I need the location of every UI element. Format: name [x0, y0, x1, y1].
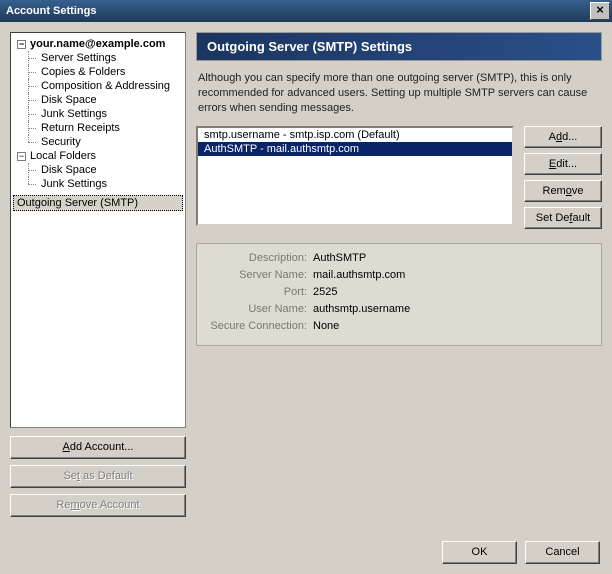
action-button-group: Add... Edit... Remove Set Default — [524, 126, 602, 229]
add-button[interactable]: Add... — [524, 126, 602, 148]
tree-item-local-disk-space[interactable]: Disk Space — [13, 163, 183, 177]
details-label-description: Description: — [205, 250, 313, 267]
add-account-label: dd Account... — [70, 441, 134, 453]
edit-button[interactable]: Edit... — [524, 153, 602, 175]
details-row: Description: AuthSMTP — [205, 250, 593, 267]
set-default-label: Set as Default — [63, 470, 132, 482]
dialog-body: −your.name@example.com Server Settings C… — [0, 22, 612, 527]
details-value-secure: None — [313, 318, 339, 335]
list-item[interactable]: AuthSMTP - mail.authsmtp.com — [198, 142, 512, 156]
set-default-button[interactable]: Set Default — [524, 207, 602, 229]
set-as-default-button: Set as Default — [10, 465, 186, 488]
details-value-user-name: authsmtp.username — [313, 301, 410, 318]
tree-item-composition[interactable]: Composition & Addressing — [13, 79, 183, 93]
tree-account-label: your.name@example.com — [30, 38, 165, 50]
right-panel: Outgoing Server (SMTP) Settings Although… — [196, 32, 602, 517]
server-list-row: smtp.username - smtp.isp.com (Default) A… — [196, 126, 602, 229]
collapse-icon[interactable]: − — [17, 152, 26, 161]
tree-item-local-junk[interactable]: Junk Settings — [13, 177, 183, 191]
tree-item-copies-folders[interactable]: Copies & Folders — [13, 65, 183, 79]
details-value-description: AuthSMTP — [313, 250, 366, 267]
details-label-port: Port: — [205, 284, 313, 301]
add-account-button[interactable]: Add Account... — [10, 436, 186, 459]
server-details: Description: AuthSMTP Server Name: mail.… — [196, 243, 602, 346]
close-button[interactable]: × — [590, 2, 610, 20]
dialog-footer: OK Cancel — [442, 541, 600, 564]
account-tree[interactable]: −your.name@example.com Server Settings C… — [10, 32, 186, 428]
details-row: User Name: authsmtp.username — [205, 301, 593, 318]
tree-item-security[interactable]: Security — [13, 135, 183, 149]
remove-label: Remove — [543, 185, 584, 197]
titlebar: Account Settings × — [0, 0, 612, 22]
details-value-server-name: mail.authsmtp.com — [313, 267, 405, 284]
remove-button[interactable]: Remove — [524, 180, 602, 202]
cancel-button[interactable]: Cancel — [525, 541, 600, 564]
set-default-label: Set Default — [536, 212, 590, 224]
details-row: Port: 2525 — [205, 284, 593, 301]
left-panel: −your.name@example.com Server Settings C… — [10, 32, 186, 517]
tree-item-outgoing-smtp[interactable]: Outgoing Server (SMTP) — [13, 195, 183, 211]
edit-label: Edit... — [549, 158, 577, 170]
tree-local-folders-label: Local Folders — [30, 150, 96, 162]
smtp-server-list[interactable]: smtp.username - smtp.isp.com (Default) A… — [196, 126, 514, 226]
details-row: Secure Connection: None — [205, 318, 593, 335]
details-value-port: 2525 — [313, 284, 337, 301]
list-item[interactable]: smtp.username - smtp.isp.com (Default) — [198, 128, 512, 142]
section-description: Although you can specify more than one o… — [196, 61, 602, 126]
section-header: Outgoing Server (SMTP) Settings — [196, 32, 602, 61]
details-label-user-name: User Name: — [205, 301, 313, 318]
add-label: Add... — [549, 131, 578, 143]
ok-button[interactable]: OK — [442, 541, 517, 564]
tree-item-junk-settings[interactable]: Junk Settings — [13, 107, 183, 121]
tree-item-server-settings[interactable]: Server Settings — [13, 51, 183, 65]
left-button-group: Add Account... Set as Default Remove Acc… — [10, 436, 186, 517]
tree-item-return-receipts[interactable]: Return Receipts — [13, 121, 183, 135]
details-row: Server Name: mail.authsmtp.com — [205, 267, 593, 284]
collapse-icon[interactable]: − — [17, 40, 26, 49]
tree-local-folders[interactable]: −Local Folders — [13, 149, 183, 163]
window-title: Account Settings — [6, 5, 96, 17]
remove-account-label: Remove Account — [56, 499, 139, 511]
tree-account-root[interactable]: −your.name@example.com — [13, 37, 183, 51]
remove-account-button: Remove Account — [10, 494, 186, 517]
details-label-secure: Secure Connection: — [205, 318, 313, 335]
details-label-server-name: Server Name: — [205, 267, 313, 284]
tree-item-disk-space[interactable]: Disk Space — [13, 93, 183, 107]
